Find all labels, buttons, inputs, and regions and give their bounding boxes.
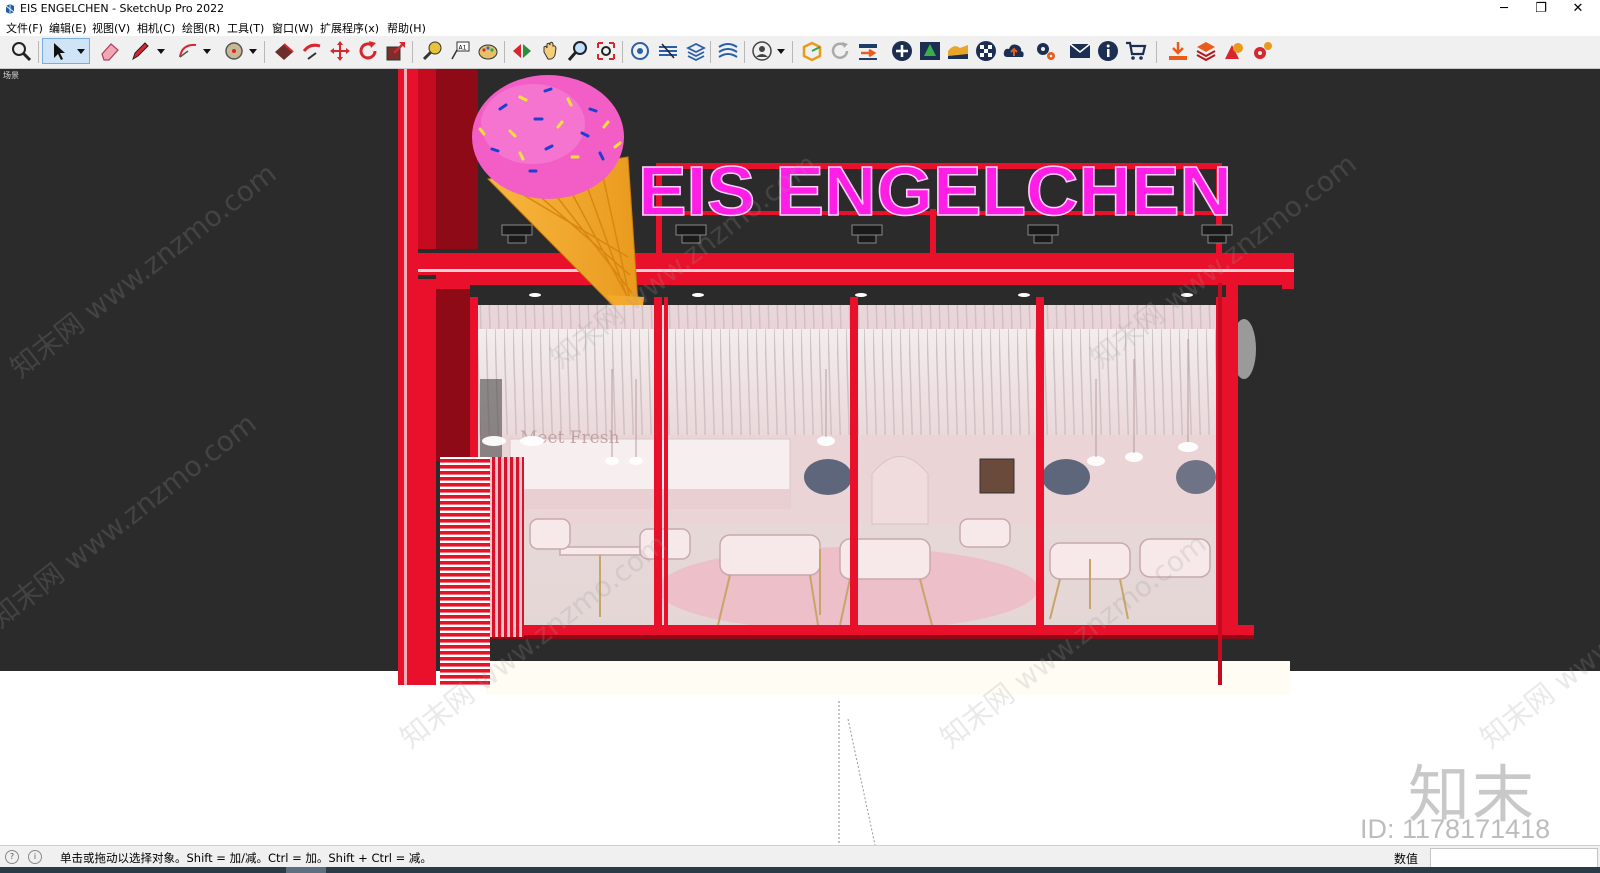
left-column-highlight (404, 69, 407, 685)
menu-file[interactable]: 文件(F) (6, 20, 43, 36)
upper-dark-panel (436, 69, 478, 249)
sketchup-app-icon (5, 4, 15, 14)
watermark-id: ID: 1178171418 (1360, 814, 1551, 844)
styles-icon[interactable] (684, 39, 708, 63)
menu-edit[interactable]: 编辑(E) (49, 20, 87, 36)
download-icon[interactable] (1166, 39, 1190, 63)
push-pull-icon[interactable] (300, 39, 324, 63)
toolbar-separator (744, 41, 745, 63)
status-bar: ? i 单击或拖动以选择对象。Shift = 加/减。Ctrl = 加。Shif… (0, 845, 1600, 868)
move-icon[interactable] (328, 39, 352, 63)
storefront-model[interactable]: EIS ENGELCHEN Meet Fresh 知末网 www.znzmo.c… (0, 69, 1600, 845)
minimize-button[interactable]: ─ (1486, 0, 1522, 18)
cloud-upload-icon[interactable] (1002, 39, 1026, 63)
menu-tools[interactable]: 工具(T) (227, 20, 264, 36)
credits-info-icon[interactable]: i (28, 850, 42, 864)
measurements-label: 数值 (1394, 852, 1419, 866)
export-icon[interactable] (1194, 39, 1218, 63)
toolbar-separator (1156, 41, 1157, 63)
main-toolbar: A1 (0, 36, 1600, 69)
svg-text:A1: A1 (459, 45, 467, 52)
menu-view[interactable]: 视图(V) (92, 20, 130, 36)
menu-bar: 文件(F) 编辑(E) 视图(V) 相机(C) 绘图(R) 工具(T) 窗口(W… (0, 18, 1600, 36)
mail-icon[interactable] (1068, 39, 1092, 63)
taskbar-item (286, 867, 326, 873)
title-bar: EIS ENGELCHEN - SketchUp Pro 2022 ─ ❐ ✕ (0, 0, 1600, 18)
cart-icon[interactable] (1124, 39, 1148, 63)
zoom-extents-icon[interactable] (9, 39, 33, 63)
toolbar-separator (504, 41, 505, 63)
ground-plane (486, 661, 1290, 695)
measurements-input[interactable] (1430, 848, 1598, 868)
checker-sphere-icon[interactable] (974, 39, 998, 63)
toolbar-separator (622, 41, 623, 63)
scale-icon[interactable] (384, 39, 408, 63)
select-dropdown-icon[interactable] (76, 39, 86, 63)
menu-camera[interactable]: 相机(C) (137, 20, 175, 36)
upper-panel-side (418, 69, 436, 249)
menu-help[interactable]: 帮助(H) (387, 20, 426, 36)
select-arrow-icon[interactable] (46, 39, 70, 63)
line-pencil-icon[interactable] (128, 39, 152, 63)
orbit-icon[interactable] (510, 39, 534, 63)
toolbar-separator (792, 41, 793, 63)
account-icon[interactable] (750, 39, 774, 63)
add-icon[interactable] (890, 39, 914, 63)
zoom-icon[interactable] (566, 39, 590, 63)
taskbar-edge (0, 867, 1600, 873)
toolbar-separator (38, 41, 39, 63)
shape-circle-icon[interactable] (222, 39, 246, 63)
canopy-stripe (418, 269, 1294, 272)
louver-screen (440, 457, 490, 685)
menu-extensions[interactable]: 扩展程序(x) (320, 20, 379, 36)
window-title: EIS ENGELCHEN - SketchUp Pro 2022 (20, 2, 225, 15)
menu-draw[interactable]: 绘图(R) (182, 20, 220, 36)
3d-warehouse-icon[interactable] (800, 39, 824, 63)
left-red-column (398, 69, 418, 685)
arc-dropdown-icon[interactable] (202, 39, 212, 63)
rotate-icon[interactable] (356, 39, 380, 63)
reload-icon[interactable] (828, 39, 852, 63)
left-wall-edge (418, 279, 436, 685)
close-button[interactable]: ✕ (1560, 0, 1596, 18)
extension-b-icon[interactable] (1250, 39, 1274, 63)
paint-palette-icon[interactable] (476, 39, 500, 63)
modeling-viewport[interactable]: EIS ENGELCHEN Meet Fresh 知末网 www.znzmo.c… (0, 69, 1600, 845)
paint-bucket-icon[interactable] (272, 39, 296, 63)
geo-location-icon[interactable]: ? (5, 850, 19, 864)
sandbox-icon[interactable] (716, 39, 740, 63)
scene-tab[interactable]: 场景 (3, 70, 19, 81)
tape-measure-icon[interactable] (420, 39, 444, 63)
status-hint: 单击或拖动以选择对象。Shift = 加/减。Ctrl = 加。Shift + … (60, 851, 432, 865)
menu-window[interactable]: 窗口(W) (272, 20, 313, 36)
shape-dropdown-icon[interactable] (248, 39, 258, 63)
tree-icon[interactable] (918, 39, 942, 63)
line-dropdown-icon[interactable] (156, 39, 166, 63)
info-icon[interactable] (1096, 39, 1120, 63)
green-axis-line (847, 718, 876, 845)
eraser-icon[interactable] (98, 39, 122, 63)
toolbar-separator (264, 41, 265, 63)
pan-hand-icon[interactable] (538, 39, 562, 63)
toolbar-separator (412, 41, 413, 63)
component-icon[interactable] (628, 39, 652, 63)
terrain-icon[interactable] (946, 39, 970, 63)
send-to-layout-icon[interactable] (856, 39, 880, 63)
restore-button[interactable]: ❐ (1523, 0, 1559, 18)
account-dropdown-icon[interactable] (776, 39, 786, 63)
settings-gears-icon[interactable] (1034, 39, 1058, 63)
layers-icon[interactable] (656, 39, 680, 63)
text-label-icon[interactable]: A1 (448, 39, 472, 63)
toolbar-separator (710, 41, 711, 63)
zoom-window-icon[interactable] (594, 39, 618, 63)
extension-a-icon[interactable] (1222, 39, 1246, 63)
arc-icon[interactable] (176, 39, 200, 63)
louver-screen-side (490, 457, 524, 637)
